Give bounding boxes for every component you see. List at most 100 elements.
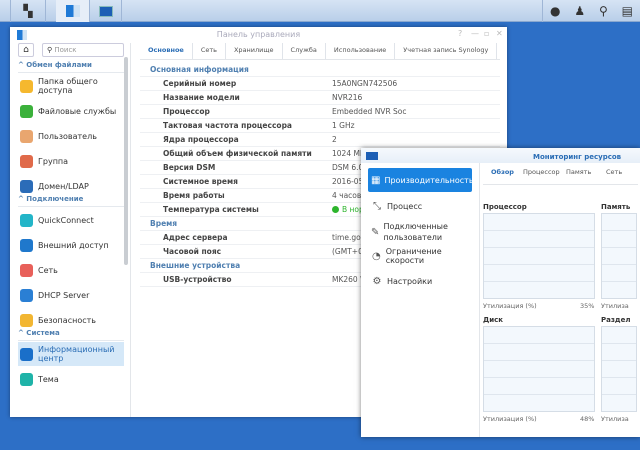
monitor-nav-label: Процесс (387, 201, 423, 211)
widgets-icon[interactable]: ▤ (622, 4, 633, 18)
sidebar-item[interactable]: Внешний доступ (18, 233, 124, 257)
info-label: Адрес сервера (163, 233, 228, 242)
sidebar-item[interactable]: DHCP Server (18, 283, 124, 307)
info-value: NVR216 (332, 93, 363, 102)
sidebar-item-icon (20, 313, 33, 327)
search-icon[interactable]: ⚲ (599, 4, 608, 18)
monitor-nav-item[interactable]: ✎ Подключенные пользователи (368, 218, 472, 246)
sidebar-item[interactable]: Информационный центр (18, 342, 124, 366)
tab[interactable]: Служба (283, 43, 326, 59)
user-icon[interactable]: ♟ (574, 4, 585, 18)
sidebar-item-icon (20, 154, 33, 168)
sidebar-item-icon (20, 238, 33, 252)
status-ok-icon (332, 206, 339, 213)
connected-users-icon: ✎ (371, 226, 380, 238)
info-row: Название модели NVR216 (140, 91, 500, 105)
monitor-tab[interactable]: Обзор (491, 168, 514, 176)
info-label: Температура системы (163, 205, 259, 214)
info-label: Тактовая частота процессора (163, 121, 292, 130)
usage-label: Утилизация (%) (483, 415, 537, 423)
sidebar-item-label: QuickConnect (38, 215, 94, 225)
sidebar-item-label: Папка общего доступа (38, 77, 98, 95)
info-label: Системное время (163, 177, 238, 186)
main-menu-button[interactable]: ▚ (10, 0, 46, 22)
sidebar-item-icon (20, 213, 33, 227)
sidebar-item-label: Файловые службы (38, 106, 117, 116)
resource-monitor-icon (98, 5, 113, 17)
sidebar-item-icon (20, 288, 33, 302)
info-label: Время работы (163, 191, 225, 200)
sidebar-item-icon (20, 129, 33, 143)
sidebar-section-header[interactable]: ^ Подключение (18, 195, 83, 203)
info-row: Ядра процессора 2 (140, 133, 500, 147)
sidebar-item-icon (20, 79, 33, 93)
speed-limit-icon: ◔ (371, 250, 381, 262)
sidebar: ^ Обмен файлами Папка общего доступа Файло… (10, 57, 130, 417)
info-value: 2 (332, 135, 337, 144)
settings-icon: ⚙ (372, 275, 382, 287)
process-icon: ⤡ (373, 200, 381, 212)
divider (18, 340, 124, 341)
monitor-tab[interactable]: Процессор (523, 168, 560, 176)
usage-label: Утилиза (601, 415, 629, 423)
tab[interactable]: Хранилище (226, 43, 283, 59)
sidebar-item[interactable]: Пользователь (18, 124, 124, 148)
info-value: Embedded NVR Soc (332, 107, 407, 116)
sidebar-item[interactable]: Тема (18, 367, 124, 391)
usage-graph (601, 326, 637, 412)
group-title: Внешние устройства (150, 261, 241, 270)
panel-title: Диск (483, 316, 504, 324)
tab-bar: Основное Сеть Хранилище Служба Использование… (140, 43, 498, 59)
sidebar-item[interactable]: Группа (18, 149, 124, 173)
info-row: Серийный номер 15A0NGN742506 (140, 77, 500, 91)
monitor-nav-item[interactable]: ⚙ Настройки (368, 269, 472, 293)
taskbar-control-panel[interactable] (56, 0, 90, 22)
window-title: Панель управления (216, 30, 301, 39)
help-icon[interactable]: ? (458, 29, 462, 38)
home-button[interactable]: ⌂ (18, 43, 34, 57)
maximize-icon[interactable]: ▫ (484, 29, 489, 38)
sidebar-item-label: Пользователь (38, 131, 97, 141)
tab[interactable]: Основное (140, 43, 193, 59)
monitor-nav-item[interactable]: ◔ Ограничение скорости (368, 244, 472, 268)
monitor-nav-item[interactable]: ▦ Производительность (368, 168, 474, 192)
usage-label: Утилизация (%) (483, 302, 537, 310)
sidebar-section-header[interactable]: ^ Система (18, 329, 60, 337)
group-header[interactable]: Основная информация (140, 63, 500, 77)
info-row: Процессор Embedded NVR Soc (140, 105, 500, 119)
sidebar-item[interactable]: Файловые службы (18, 99, 124, 123)
tab[interactable]: Учетная запись Synology (395, 43, 498, 59)
sidebar-item-icon (20, 372, 33, 386)
sidebar-section-header[interactable]: ^ Обмен файлами (18, 61, 92, 69)
usage-value: 48% (580, 415, 595, 423)
minimize-icon[interactable]: — (471, 29, 479, 38)
monitor-nav-label: Ограничение скорости (385, 247, 442, 265)
info-row: Тактовая частота процессора 1 GHz (140, 119, 500, 133)
info-label: Общий объем физической памяти (163, 149, 312, 158)
info-label: Процессор (163, 107, 210, 116)
sidebar-item-label: Сеть (38, 265, 58, 275)
monitor-tab[interactable]: Сеть (606, 168, 622, 176)
usage-graph (601, 213, 637, 299)
usage-label: Утилиза (601, 302, 629, 310)
sidebar-scrollbar[interactable] (124, 57, 128, 265)
control-panel-icon (65, 5, 80, 17)
info-label: Ядра процессора (163, 135, 239, 144)
monitor-tab[interactable]: Память (566, 168, 591, 176)
sidebar-item-icon (20, 179, 33, 193)
resource-monitor-window: Мониторинг ресурсов ▦ Производительность ⤡… (361, 148, 640, 437)
tab[interactable]: Сеть (193, 43, 226, 59)
monitor-nav-label: Производительность (384, 175, 474, 185)
close-icon[interactable]: ✕ (496, 29, 503, 38)
monitor-nav-item[interactable]: ⤡ Процесс (368, 194, 472, 218)
usage-graph (483, 213, 595, 299)
info-value: 15A0NGN742506 (332, 79, 398, 88)
sidebar-item[interactable]: Папка общего доступа (18, 74, 124, 98)
home-icon: ⌂ (23, 45, 29, 55)
sidebar-item[interactable]: QuickConnect (18, 208, 124, 232)
sidebar-item[interactable]: Сеть (18, 258, 124, 282)
tab[interactable]: Использование (326, 43, 396, 59)
taskbar-resource-monitor[interactable] (90, 0, 122, 22)
chat-icon[interactable]: ● (550, 4, 560, 18)
search-input[interactable]: ⚲ Поиск (42, 43, 124, 57)
